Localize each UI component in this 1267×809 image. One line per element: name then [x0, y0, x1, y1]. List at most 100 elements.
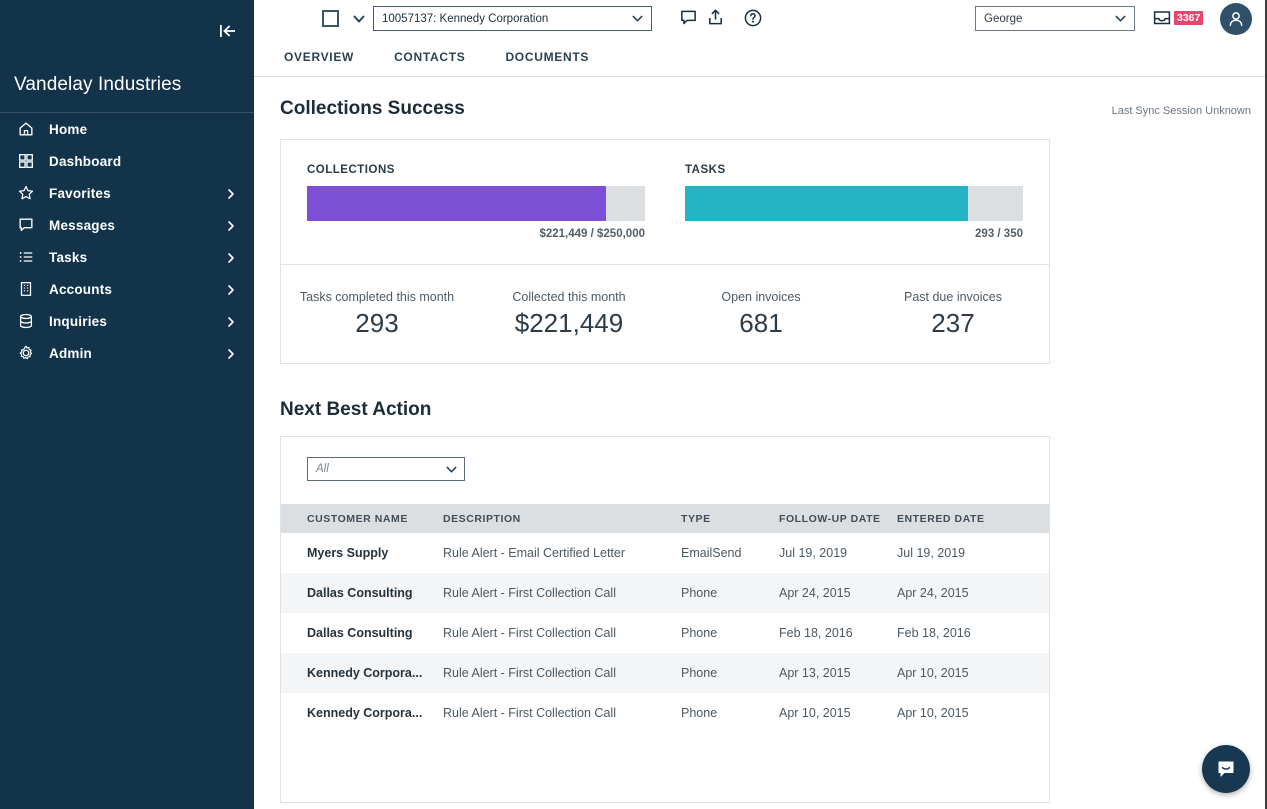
account-select[interactable]: 10057137: Kennedy Corporation — [373, 6, 652, 31]
share-upload-icon[interactable] — [706, 8, 726, 28]
chevron-down-icon[interactable] — [351, 11, 367, 27]
sidebar-item-tasks[interactable]: Tasks — [0, 241, 254, 273]
select-all-checkbox[interactable] — [322, 10, 339, 27]
stat-label: Open invoices — [721, 290, 801, 304]
cell-follow-up-date: Jul 19, 2019 — [779, 546, 848, 560]
column-header-follow-up-date[interactable]: FOLLOW-UP DATE — [779, 513, 897, 525]
sidebar-item-label: Dashboard — [49, 153, 122, 169]
cell-entered-date: Apr 10, 2015 — [897, 706, 969, 720]
column-header-entered-date[interactable]: ENTERED DATE — [897, 513, 1037, 525]
sidebar-item-label: Tasks — [49, 249, 88, 265]
stat-value: 681 — [739, 308, 783, 338]
sidebar-item-messages[interactable]: Messages — [0, 209, 254, 241]
last-sync-status: Last Sync Session Unknown — [1111, 105, 1251, 117]
topbar: 10057137: Kennedy Corporation George 336… — [254, 0, 1265, 38]
cell-customer-name: Myers Supply — [307, 546, 389, 560]
cell-description: Rule Alert - Email Certified Letter — [443, 546, 626, 560]
cell-entered-date: Jul 19, 2019 — [897, 546, 966, 560]
app-root: Vandelay Industries Home Dashboard Favor… — [0, 0, 1267, 809]
sidebar-item-label: Inquiries — [49, 313, 108, 329]
table-row[interactable]: Dallas Consulting Rule Alert - First Col… — [281, 613, 1049, 653]
tab-contacts[interactable]: CONTACTS — [394, 46, 465, 68]
cell-type: Phone — [681, 666, 718, 680]
stat-past-due-invoices: Past due invoices 237 — [857, 266, 1049, 363]
chevron-down-icon — [632, 15, 643, 22]
sidebar-item-favorites[interactable]: Favorites — [0, 177, 254, 209]
database-icon — [15, 310, 37, 332]
inbox-icon[interactable] — [1152, 8, 1172, 28]
sidebar-item-dashboard[interactable]: Dashboard — [0, 145, 254, 177]
chevron-down-icon — [446, 466, 457, 473]
cell-customer-name: Dallas Consulting — [307, 626, 413, 640]
avatar[interactable] — [1220, 3, 1252, 35]
dashboard-icon — [15, 150, 37, 172]
table-row[interactable]: Myers Supply Rule Alert - Email Certifie… — [281, 533, 1049, 573]
sidebar-collapse-button[interactable] — [214, 17, 242, 45]
cell-description: Rule Alert - First Collection Call — [443, 666, 616, 680]
table-row[interactable]: Kennedy Corpora... Rule Alert - First Co… — [281, 693, 1049, 733]
stat-value: $221,449 — [514, 308, 624, 338]
nba-filter-row: All — [281, 437, 1049, 504]
table-row[interactable]: Kennedy Corpora... Rule Alert - First Co… — [281, 653, 1049, 693]
nba-filter-value: All — [316, 463, 329, 475]
cell-type: Phone — [681, 706, 718, 720]
table-header-row: CUSTOMER NAME DESCRIPTION TYPE FOLLOW-UP… — [281, 504, 1049, 533]
next-best-action-table: CUSTOMER NAME DESCRIPTION TYPE FOLLOW-UP… — [281, 504, 1049, 733]
column-header-type[interactable]: TYPE — [681, 513, 779, 525]
cell-follow-up-date: Feb 18, 2016 — [779, 626, 853, 640]
sidebar-item-admin[interactable]: Admin — [0, 337, 254, 369]
next-best-action-card: All CUSTOMER NAME DESCRIPTION TYPE FOLLO… — [280, 436, 1050, 803]
sidebar-item-accounts[interactable]: Accounts — [0, 273, 254, 305]
sidebar-item-label: Admin — [49, 345, 92, 361]
sidebar: Vandelay Industries Home Dashboard Favor… — [0, 0, 254, 809]
home-icon — [15, 118, 37, 140]
star-icon — [15, 182, 37, 204]
sidebar-item-home[interactable]: Home — [0, 113, 254, 145]
table-row[interactable]: Dallas Consulting Rule Alert - First Col… — [281, 573, 1049, 613]
content-area: Collections Success Last Sync Session Un… — [254, 78, 1265, 809]
sidebar-item-inquiries[interactable]: Inquiries — [0, 305, 254, 337]
cell-entered-date: Feb 18, 2016 — [897, 626, 971, 640]
cell-customer-name: Kennedy Corpora... — [307, 666, 423, 680]
collections-progress-track — [307, 186, 645, 221]
tasks-progress-fill — [685, 186, 968, 221]
collections-progress-label: COLLECTIONS — [307, 164, 395, 176]
help-circle-icon[interactable] — [743, 8, 763, 28]
cell-description: Rule Alert - First Collection Call — [443, 586, 616, 600]
stat-tasks-completed: Tasks completed this month 293 — [281, 266, 473, 363]
tasks-progress-value: 293 / 350 — [975, 228, 1023, 240]
collections-success-card: COLLECTIONS $221,449 / $250,000 TASKS 29… — [280, 139, 1050, 364]
sidebar-item-label: Favorites — [49, 185, 111, 201]
collections-success-title: Collections Success — [280, 98, 465, 119]
user-select[interactable]: George — [975, 6, 1135, 31]
column-header-customer-name[interactable]: CUSTOMER NAME — [281, 513, 443, 525]
chevron-right-icon — [225, 347, 237, 359]
stat-open-invoices: Open invoices 681 — [665, 266, 857, 363]
sidebar-item-label: Home — [49, 121, 88, 137]
user-icon — [1229, 12, 1243, 27]
next-best-action-title: Next Best Action — [280, 399, 432, 420]
main-region: 10057137: Kennedy Corporation George 336… — [254, 0, 1267, 809]
comment-icon[interactable] — [679, 8, 699, 28]
nba-filter-select[interactable]: All — [307, 457, 465, 481]
column-header-description[interactable]: DESCRIPTION — [443, 513, 681, 525]
chat-launcher-button[interactable] — [1202, 745, 1250, 793]
cell-entered-date: Apr 24, 2015 — [897, 586, 969, 600]
message-icon — [15, 214, 37, 236]
chevron-right-icon — [225, 219, 237, 231]
sidebar-nav: Home Dashboard Favorites Messages Tasks … — [0, 113, 254, 369]
stat-label: Tasks completed this month — [299, 290, 455, 304]
stat-collected-this-month: Collected this month $221,449 — [473, 266, 665, 363]
stat-label: Past due invoices — [904, 290, 1002, 304]
tab-bar: OVERVIEW CONTACTS DOCUMENTS — [254, 38, 1265, 77]
chevron-right-icon — [225, 283, 237, 295]
sidebar-item-label: Messages — [49, 217, 116, 233]
inbox-count-badge[interactable]: 3367 — [1174, 11, 1204, 25]
collections-progress-fill — [307, 186, 607, 221]
tab-documents[interactable]: DOCUMENTS — [505, 46, 589, 68]
chevron-right-icon — [225, 187, 237, 199]
cell-description: Rule Alert - First Collection Call — [443, 706, 616, 720]
tab-overview[interactable]: OVERVIEW — [284, 46, 354, 68]
gear-icon — [15, 342, 37, 364]
list-icon — [15, 246, 37, 268]
